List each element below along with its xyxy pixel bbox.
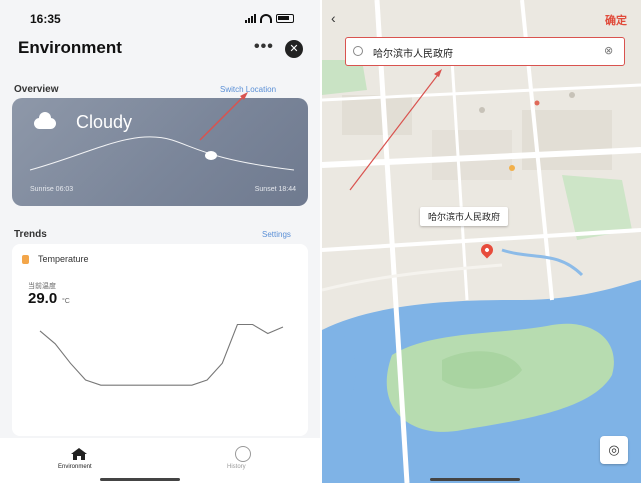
clear-icon[interactable]: ⊗ xyxy=(604,44,613,57)
battery-icon xyxy=(276,13,294,23)
close-icon[interactable]: ✕ xyxy=(285,40,303,58)
switch-location-link[interactable]: Switch Location xyxy=(220,85,276,94)
temperature-series-line xyxy=(39,323,284,386)
page-title: Environment xyxy=(18,38,122,57)
map-screen xyxy=(322,0,641,483)
search-icon xyxy=(353,46,363,56)
trends-label: Trends xyxy=(14,229,47,240)
tab-bar xyxy=(0,438,320,483)
environment-screen: 16:35 Environment ••• ✕ Overview Switch … xyxy=(0,0,320,483)
weather-card: Cloudy Sunrise 06:03 Sunset 18:44 xyxy=(12,98,308,206)
home-icon[interactable] xyxy=(70,447,88,461)
map-canvas[interactable] xyxy=(322,0,641,483)
locate-icon[interactable]: ◎ xyxy=(600,436,628,464)
status-bar: 16:35 xyxy=(18,12,302,28)
settings-link[interactable]: Settings xyxy=(262,230,291,239)
sunset-time: Sunset 18:44 xyxy=(254,186,296,193)
history-icon[interactable] xyxy=(235,446,251,462)
temperature-chart xyxy=(39,323,284,386)
more-icon[interactable]: ••• xyxy=(254,38,274,56)
temperature-value: 29.0 xyxy=(28,290,58,307)
wifi-icon xyxy=(260,13,272,23)
search-value: 哈尔滨市人民政府 xyxy=(373,49,453,60)
back-arrow-icon[interactable]: ‹ xyxy=(331,10,336,26)
home-indicator xyxy=(100,478,180,481)
temperature-icon xyxy=(22,255,29,264)
status-time: 16:35 xyxy=(30,12,61,26)
temperature-label: Temperature xyxy=(38,254,89,264)
location-callout: 哈尔滨市人民政府 xyxy=(420,207,509,226)
sunrise-time: Sunrise 06:03 xyxy=(30,186,74,193)
signal-icon xyxy=(245,13,256,23)
tab-history[interactable]: History xyxy=(227,464,246,470)
tab-environment[interactable]: Environment xyxy=(58,464,92,470)
temperature-unit: °C xyxy=(62,298,70,305)
home-indicator-map xyxy=(430,478,520,481)
confirm-button[interactable]: 确定 xyxy=(605,12,627,28)
sun-position-icon xyxy=(205,151,217,160)
overview-label: Overview xyxy=(14,84,59,95)
